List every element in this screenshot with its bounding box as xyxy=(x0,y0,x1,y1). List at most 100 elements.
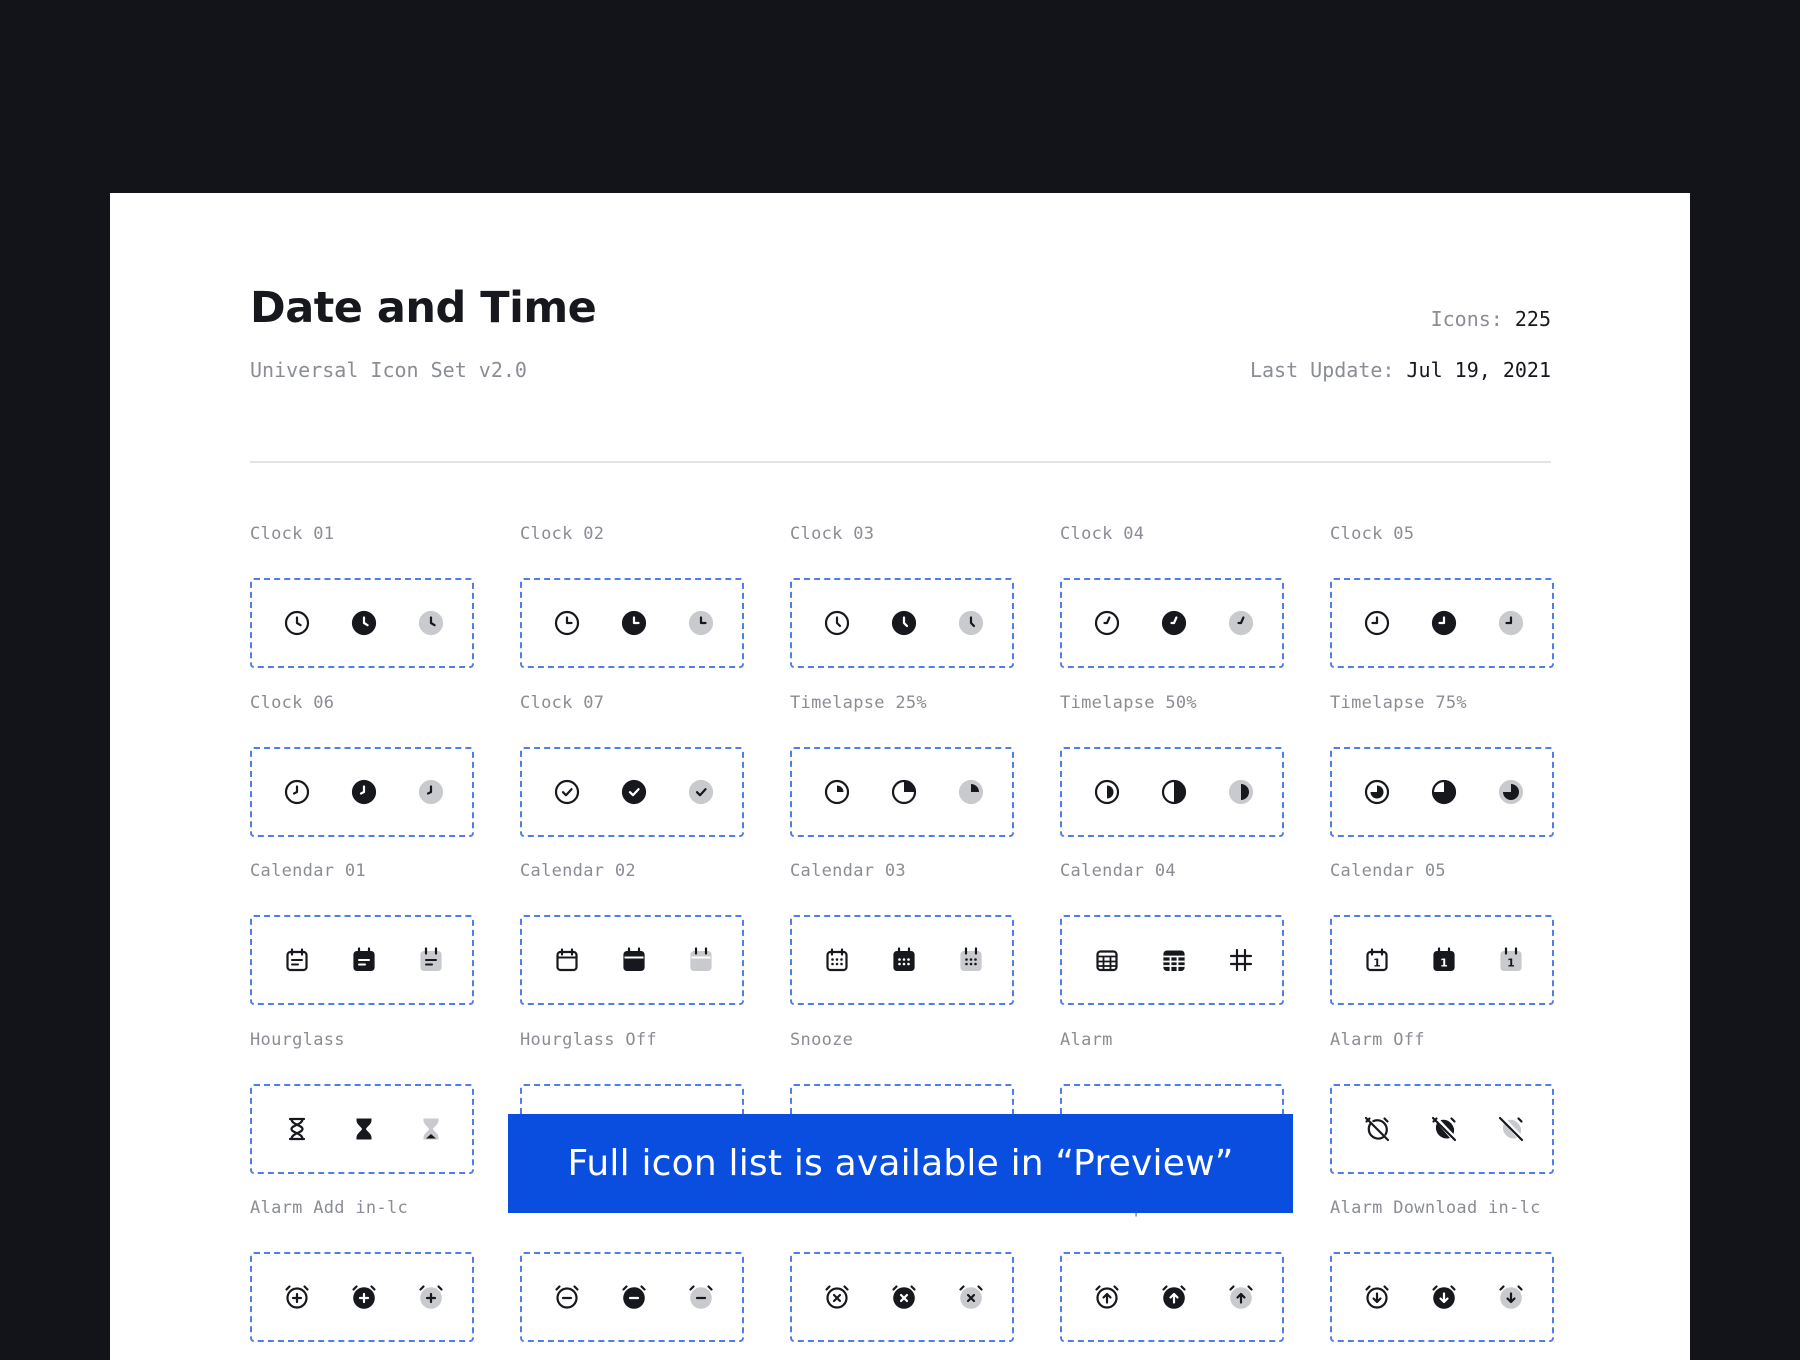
timelapse-75-duo-icon[interactable] xyxy=(1495,776,1527,808)
svg-text:1: 1 xyxy=(1373,957,1381,970)
calendar-02-solid-icon[interactable] xyxy=(618,944,650,976)
page-title: Date and Time xyxy=(250,283,597,333)
icon-tile-clock-06: Clock 06 xyxy=(250,692,474,837)
icon-tile-label: Clock 02 xyxy=(520,524,605,544)
icon-tile-label: Clock 03 xyxy=(790,524,875,544)
clock-02-duo-icon[interactable] xyxy=(685,607,717,639)
calendar-03-solid-icon[interactable] xyxy=(888,944,920,976)
icon-variant-frame xyxy=(520,747,744,837)
timelapse-25-line-icon[interactable] xyxy=(821,776,853,808)
preview-banner[interactable]: Full icon list is available in “Preview” xyxy=(508,1114,1293,1213)
clock-02-line-icon[interactable] xyxy=(551,607,583,639)
last-update: Last Update: Jul 19, 2021 xyxy=(1250,358,1551,382)
timelapse-50-line-icon[interactable] xyxy=(1091,776,1123,808)
alarm-upload-solid-icon[interactable] xyxy=(1158,1281,1190,1313)
clock-03-line-icon[interactable] xyxy=(821,607,853,639)
alarm-off-solid-icon[interactable] xyxy=(1428,1113,1460,1145)
calendar-03-duo-icon[interactable] xyxy=(955,944,987,976)
page-subtitle: Universal Icon Set v2.0 xyxy=(250,358,527,382)
icon-variant-frame xyxy=(1060,1252,1284,1342)
alarm-off-duo-icon[interactable] xyxy=(1495,1113,1527,1145)
calendar-05-solid-icon[interactable]: 1 xyxy=(1428,944,1460,976)
clock-06-line-icon[interactable] xyxy=(281,776,313,808)
alarm-remove-duo-icon[interactable] xyxy=(955,1281,987,1313)
calendar-04-duo-icon[interactable] xyxy=(1225,944,1257,976)
alarm-upload-duo-icon[interactable] xyxy=(1225,1281,1257,1313)
clock-05-duo-icon[interactable] xyxy=(1495,607,1527,639)
alarm-add-duo-icon[interactable] xyxy=(415,1281,447,1313)
last-update-value: Jul 19, 2021 xyxy=(1406,358,1552,382)
clock-05-solid-icon[interactable] xyxy=(1428,607,1460,639)
icon-tile-label: Snooze xyxy=(790,1030,854,1050)
icon-variant-frame xyxy=(1060,578,1284,668)
icon-tile-label: Alarm Add in-lc xyxy=(250,1198,409,1218)
timelapse-25-solid-icon[interactable] xyxy=(888,776,920,808)
clock-01-line-icon[interactable] xyxy=(281,607,313,639)
icon-variant-frame xyxy=(1330,578,1554,668)
alarm-download-duo-icon[interactable] xyxy=(1495,1281,1527,1313)
calendar-02-duo-icon[interactable] xyxy=(685,944,717,976)
calendar-05-duo-icon[interactable]: 1 xyxy=(1495,944,1527,976)
alarm-subtract-line-icon[interactable] xyxy=(551,1281,583,1313)
clock-02-solid-icon[interactable] xyxy=(618,607,650,639)
timelapse-75-solid-icon[interactable] xyxy=(1428,776,1460,808)
alarm-subtract-duo-icon[interactable] xyxy=(685,1281,717,1313)
alarm-add-solid-icon[interactable] xyxy=(348,1281,380,1313)
timelapse-25-duo-icon[interactable] xyxy=(955,776,987,808)
icon-count-label: Icons: xyxy=(1430,307,1503,331)
clock-07-line-icon[interactable] xyxy=(551,776,583,808)
last-update-label: Last Update: xyxy=(1249,358,1395,382)
icon-tile-label: Alarm xyxy=(1060,1030,1113,1050)
alarm-off-line-icon[interactable] xyxy=(1361,1113,1393,1145)
timelapse-50-solid-icon[interactable] xyxy=(1158,776,1190,808)
clock-05-line-icon[interactable] xyxy=(1361,607,1393,639)
clock-04-duo-icon[interactable] xyxy=(1225,607,1257,639)
alarm-remove-solid-icon[interactable] xyxy=(888,1281,920,1313)
icon-tile-calendar-01: Calendar 01 xyxy=(250,860,474,1005)
calendar-01-line-icon[interactable] xyxy=(281,944,313,976)
calendar-03-line-icon[interactable] xyxy=(821,944,853,976)
calendar-05-line-icon[interactable]: 1 xyxy=(1361,944,1393,976)
icon-tile-label: Timelapse 25% xyxy=(790,693,927,713)
calendar-02-line-icon[interactable] xyxy=(551,944,583,976)
icon-tile-calendar-03: Calendar 03 xyxy=(790,860,1014,1005)
calendar-04-solid-icon[interactable] xyxy=(1158,944,1190,976)
icon-variant-frame xyxy=(1330,747,1554,837)
clock-03-duo-icon[interactable] xyxy=(955,607,987,639)
icon-tile-calendar-05: Calendar 05 1 1 1 xyxy=(1330,860,1554,1005)
clock-06-solid-icon[interactable] xyxy=(348,776,380,808)
alarm-subtract-solid-icon[interactable] xyxy=(618,1281,650,1313)
calendar-01-duo-icon[interactable] xyxy=(415,944,447,976)
icon-variant-frame xyxy=(520,578,744,668)
icon-tile-alarm-download: Alarm Download in-lc xyxy=(1330,1197,1554,1342)
icon-variant-frame xyxy=(790,1252,1014,1342)
clock-01-solid-icon[interactable] xyxy=(348,607,380,639)
icon-tile-label: Calendar 05 xyxy=(1330,861,1446,881)
clock-06-duo-icon[interactable] xyxy=(415,776,447,808)
calendar-04-line-icon[interactable] xyxy=(1091,944,1123,976)
alarm-download-solid-icon[interactable] xyxy=(1428,1281,1460,1313)
clock-01-duo-icon[interactable] xyxy=(415,607,447,639)
timelapse-50-duo-icon[interactable] xyxy=(1225,776,1257,808)
alarm-upload-line-icon[interactable] xyxy=(1091,1281,1123,1313)
icon-tile-label: Alarm Off xyxy=(1330,1030,1425,1050)
hourglass-duo-icon[interactable] xyxy=(415,1113,447,1145)
alarm-download-line-icon[interactable] xyxy=(1361,1281,1393,1313)
alarm-add-line-icon[interactable] xyxy=(281,1281,313,1313)
icon-tile-label: Clock 04 xyxy=(1060,524,1145,544)
hourglass-line-icon[interactable] xyxy=(281,1113,313,1145)
clock-07-solid-icon[interactable] xyxy=(618,776,650,808)
calendar-01-solid-icon[interactable] xyxy=(348,944,380,976)
alarm-remove-line-icon[interactable] xyxy=(821,1281,853,1313)
svg-text:1: 1 xyxy=(1507,957,1515,970)
clock-04-line-icon[interactable] xyxy=(1091,607,1123,639)
clock-03-solid-icon[interactable] xyxy=(888,607,920,639)
timelapse-75-line-icon[interactable] xyxy=(1361,776,1393,808)
icon-variant-frame xyxy=(790,747,1014,837)
icon-tile-label: Clock 07 xyxy=(520,693,605,713)
clock-04-solid-icon[interactable] xyxy=(1158,607,1190,639)
icon-tile-label: Clock 01 xyxy=(250,524,335,544)
icon-tile-clock-02: Clock 02 xyxy=(520,523,744,668)
hourglass-solid-icon[interactable] xyxy=(348,1113,380,1145)
clock-07-duo-icon[interactable] xyxy=(685,776,717,808)
